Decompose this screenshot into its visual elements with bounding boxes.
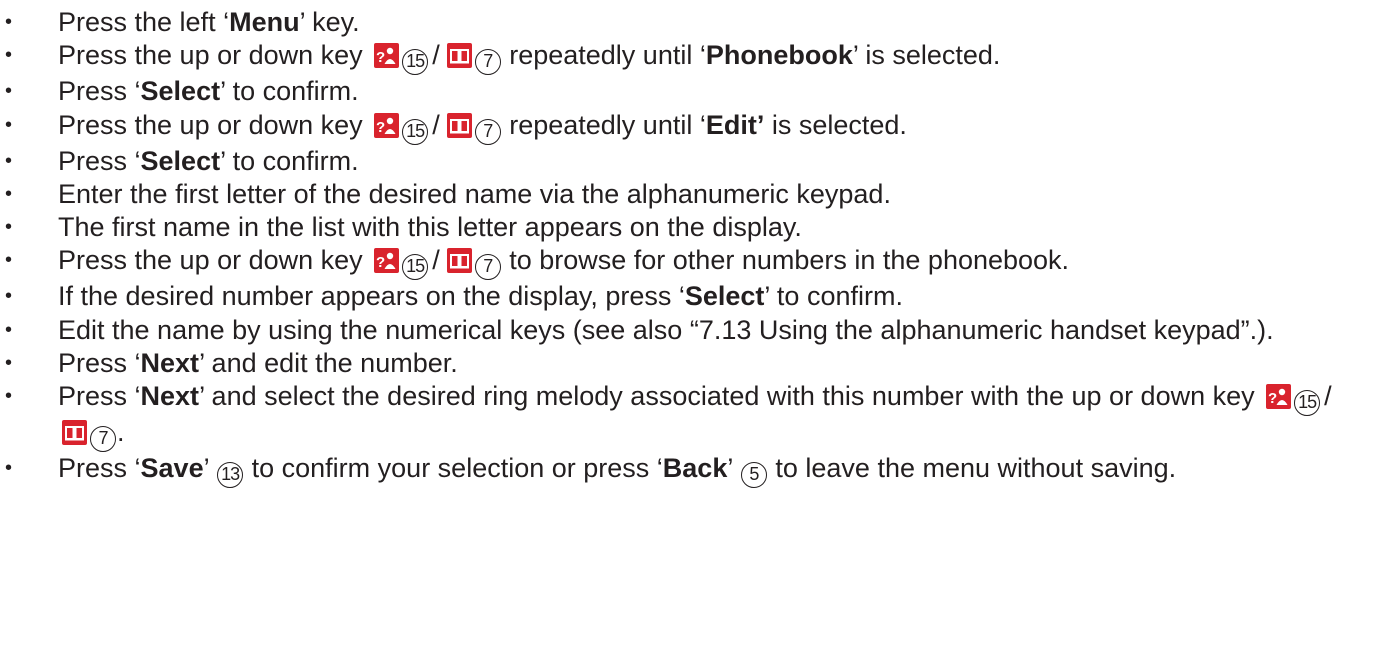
- list-item: • If the desired number appears on the d…: [0, 280, 1375, 313]
- list-item: • Edit the name by using the numerical k…: [0, 314, 1375, 347]
- list-item: • Press the left ‘Menu’ key.: [0, 6, 1375, 39]
- phonebook-icon: [446, 248, 472, 274]
- phonebook-icon: [446, 43, 472, 69]
- bullet: •: [5, 385, 13, 408]
- list-item: • Press the up or down key ? 15/7 repeate…: [0, 109, 1375, 145]
- key-number-badge: 5: [740, 462, 767, 489]
- list-item: • Press ‘Select’ to confirm.: [0, 75, 1375, 108]
- key-number-badge: 15: [402, 118, 429, 145]
- bullet: •: [5, 285, 13, 308]
- bullet: •: [5, 113, 13, 136]
- bullet: •: [5, 457, 13, 480]
- svg-text:?: ?: [376, 254, 385, 271]
- contacts-help-icon: ?: [374, 43, 400, 69]
- contacts-help-icon: ?: [1266, 384, 1292, 410]
- list-item: • Press the up or down key ? 15/7 repeate…: [0, 39, 1375, 76]
- contacts-help-icon: ?: [374, 112, 400, 138]
- key-number-badge: 7: [474, 49, 501, 76]
- key-number-badge: 15: [1294, 390, 1321, 417]
- list-item: • Press ‘Next’ and edit the number.: [0, 347, 1375, 380]
- list-item: • Enter the first letter of the desired …: [0, 178, 1375, 211]
- instruction-page: • Press the left ‘Menu’ key. • Press the…: [0, 0, 1375, 666]
- key-number-badge: 7: [474, 118, 501, 145]
- phonebook-icon: [62, 420, 87, 446]
- key-number-badge: 15: [402, 49, 429, 76]
- key-number-badge: 7: [90, 426, 116, 453]
- bullet: •: [5, 249, 13, 272]
- list-item: • Press ‘Next’ and select the desired ri…: [0, 380, 1375, 453]
- svg-text:?: ?: [376, 49, 385, 66]
- bullet: •: [5, 318, 13, 341]
- steps-list: • Press the left ‘Menu’ key. • Press the…: [0, 6, 1375, 489]
- bullet: •: [5, 44, 13, 67]
- bullet: •: [5, 149, 13, 172]
- bullet: •: [5, 352, 13, 375]
- bullet: •: [5, 80, 13, 103]
- contacts-help-icon: ?: [374, 248, 400, 274]
- list-item: • The first name in the list with this l…: [0, 211, 1375, 244]
- key-number-badge: 13: [217, 462, 244, 489]
- bullet: •: [5, 216, 13, 239]
- phonebook-icon: [446, 112, 472, 138]
- bullet: •: [5, 11, 13, 33]
- svg-text:?: ?: [376, 119, 385, 136]
- list-item: • Press ‘Select’ to confirm.: [0, 145, 1375, 178]
- key-number-badge: 7: [474, 254, 501, 281]
- key-number-badge: 15: [402, 254, 429, 281]
- svg-text:?: ?: [1268, 390, 1277, 407]
- list-item: • Press the up or down key ? 15/7 to brow…: [0, 244, 1375, 281]
- list-item: • Press ‘Save’ 13 to confirm your select…: [0, 452, 1375, 489]
- bullet: •: [5, 182, 13, 205]
